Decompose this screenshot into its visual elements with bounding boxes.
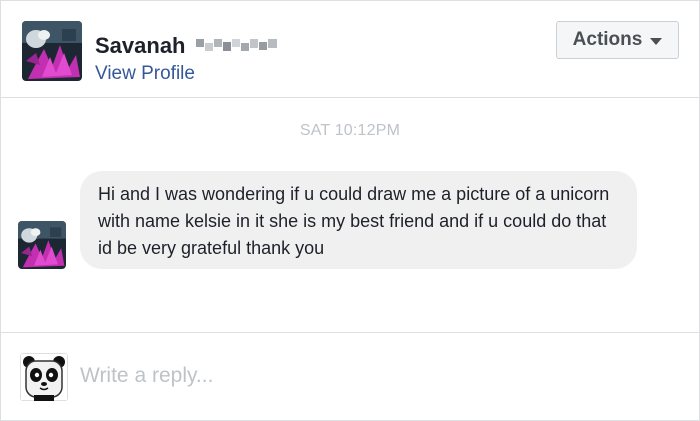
- redacted-surname: [196, 37, 278, 53]
- view-profile-link[interactable]: View Profile: [95, 63, 195, 85]
- message-bubble: Hi and I was wondering if u could draw m…: [80, 171, 637, 269]
- message-timestamp: SAT 10:12PM: [299, 122, 401, 139]
- contact-avatar[interactable]: [22, 21, 82, 81]
- contact-name: Savanah: [95, 33, 186, 58]
- chevron-down-icon: [650, 38, 663, 45]
- actions-button-label: Actions: [572, 29, 643, 50]
- thread-header: Savanah View Profile Actions: [1, 1, 699, 98]
- actions-button[interactable]: Actions: [556, 21, 679, 59]
- reply-input[interactable]: [80, 361, 670, 391]
- my-avatar: [20, 353, 68, 401]
- message-thread-panel: Savanah View Profile Actions SAT 10:12PM: [0, 0, 700, 421]
- sender-avatar[interactable]: [18, 221, 66, 269]
- reply-composer: [1, 332, 699, 420]
